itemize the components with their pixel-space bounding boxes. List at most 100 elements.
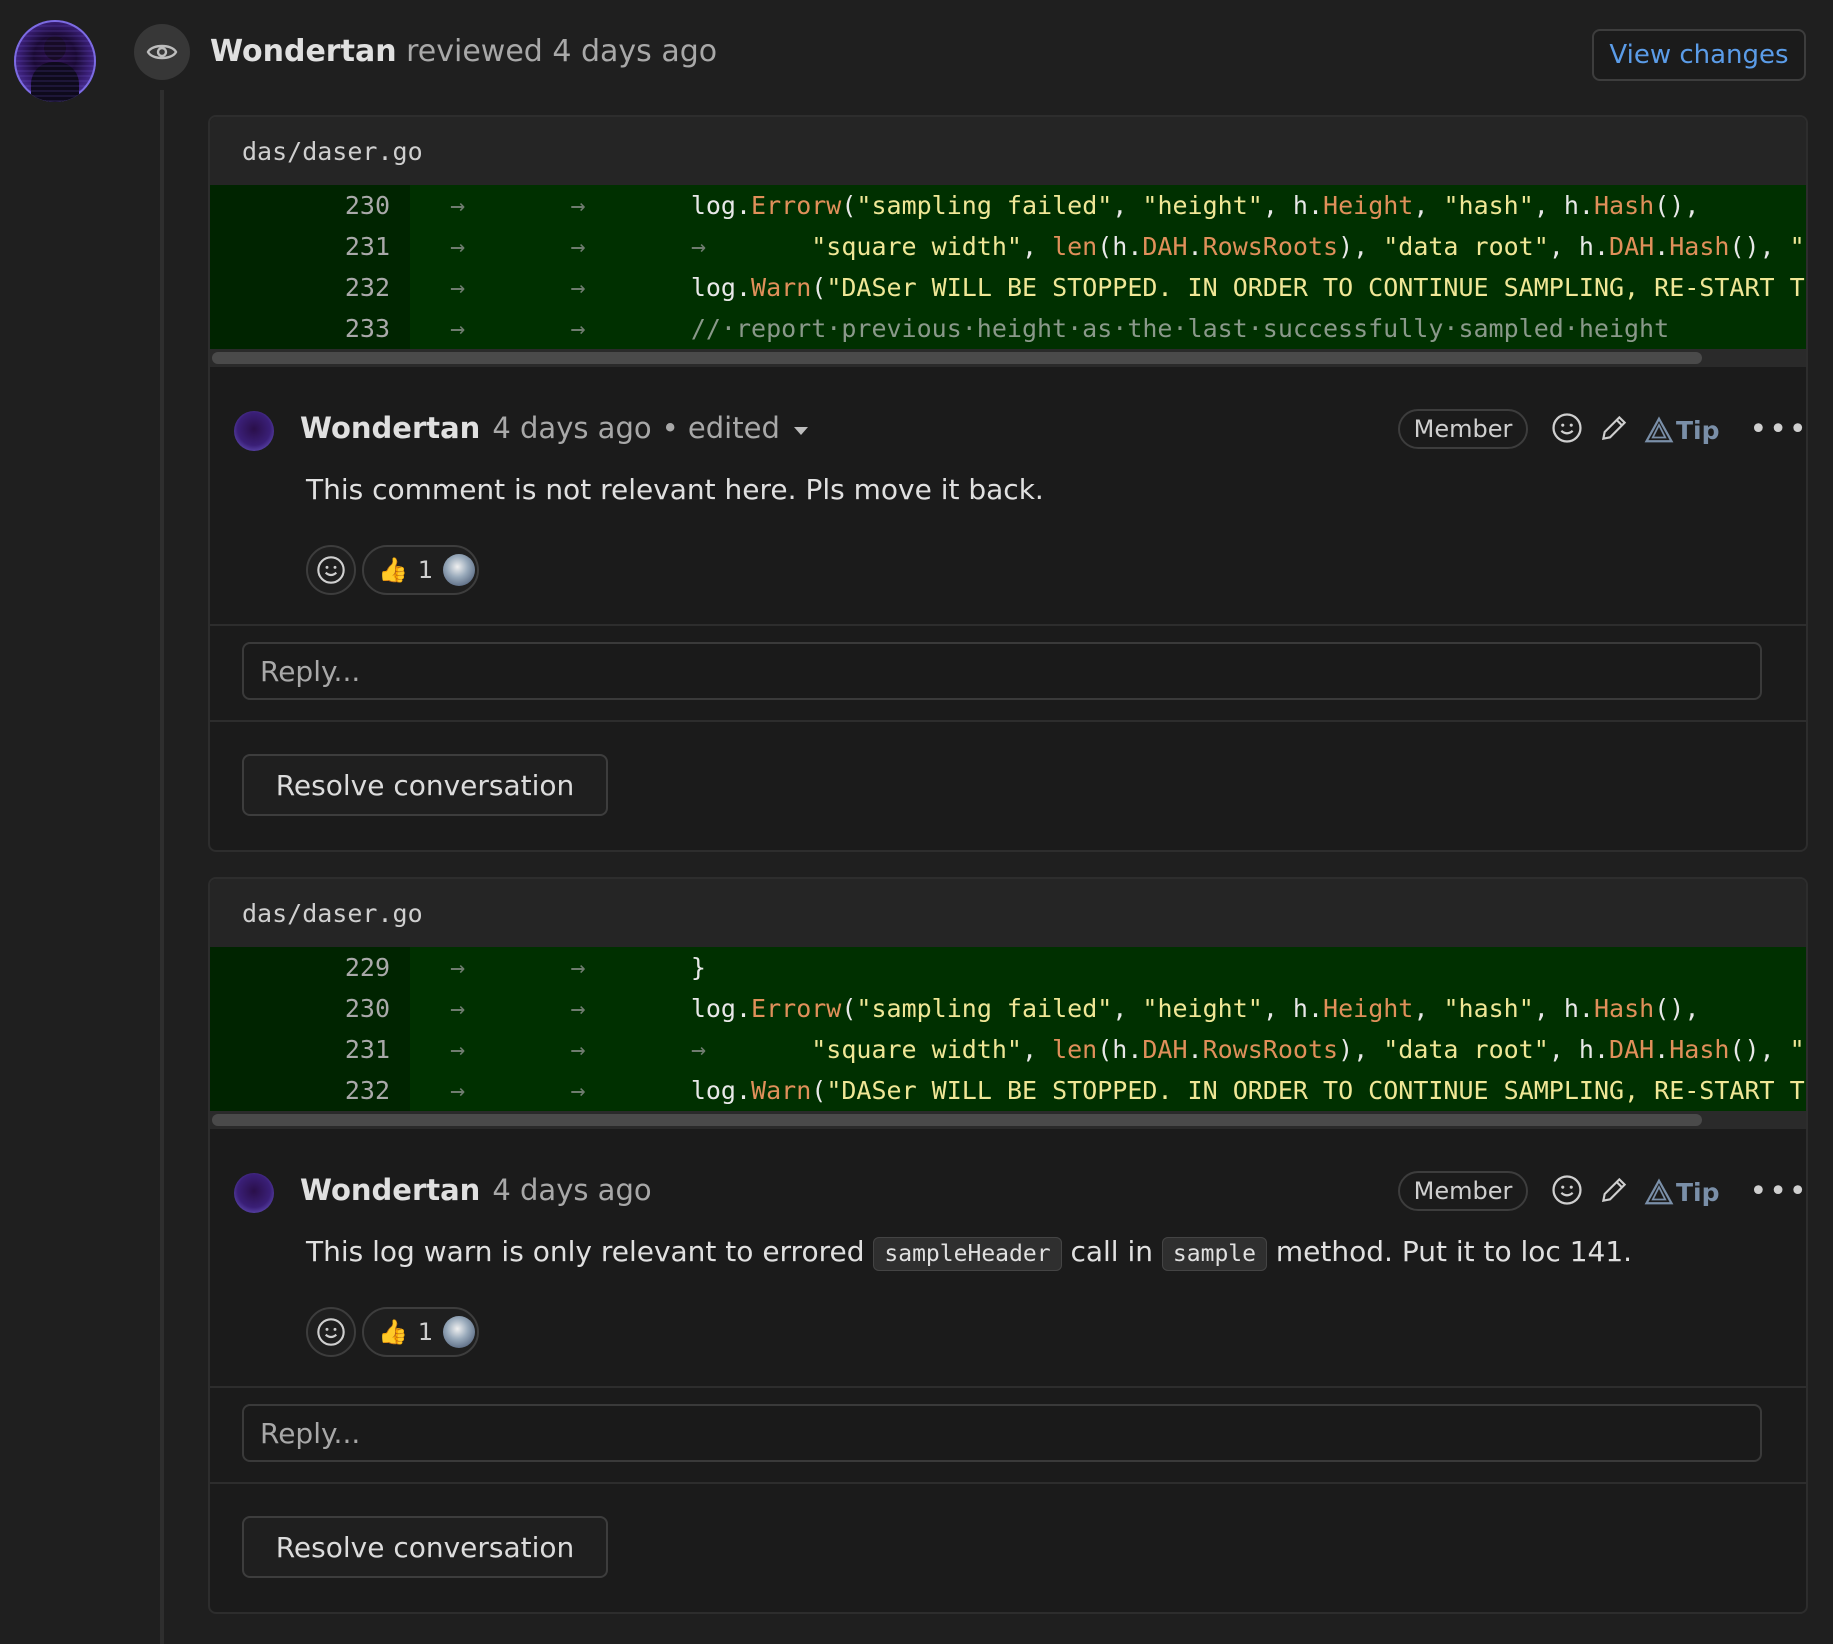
line-number[interactable]: 230 [210, 185, 410, 226]
smiley-icon[interactable] [1550, 411, 1584, 449]
line-number[interactable]: 231 [210, 226, 410, 267]
review-timeline: Wondertan reviewed 4 days ago View chang… [0, 0, 1833, 1644]
pencil-icon[interactable] [1598, 1174, 1630, 1210]
code-token: "DASer WILL BE STOPPED. IN ORDER TO CONT… [826, 273, 1806, 302]
code-token: Hash [1594, 994, 1655, 1023]
line-number[interactable]: 232 [210, 267, 410, 308]
resolve-area: Resolve conversation [210, 722, 1806, 850]
add-reaction-button[interactable] [306, 545, 356, 595]
chevron-down-icon[interactable] [793, 427, 808, 435]
thumbs-up-reaction[interactable]: 👍 1 [362, 1307, 480, 1357]
tip-button[interactable]: Tip [1644, 1178, 1720, 1207]
code-token: ( [841, 994, 857, 1023]
inline-code: sampleHeader [873, 1237, 1062, 1271]
code-text: → → → "square width", len(h.DAH.RowsRoot… [410, 232, 1806, 261]
code-token: (h. [1097, 1035, 1143, 1064]
comment-author[interactable]: Wondertan [300, 411, 480, 445]
line-number[interactable]: 231 [210, 1029, 410, 1070]
avatar[interactable] [234, 1173, 274, 1213]
resolve-conversation-button[interactable]: Resolve conversation [242, 754, 608, 816]
code-token: "square width" [811, 1035, 1022, 1064]
code-token: log. [690, 191, 752, 220]
warning-triangle-icon [1644, 416, 1674, 443]
comment-text: method. Put it to loc 141. [1267, 1235, 1633, 1268]
code-token: . [1187, 232, 1203, 261]
line-number[interactable]: 229 [210, 947, 410, 988]
scrollbar-thumb[interactable] [212, 352, 1702, 364]
comment-author[interactable]: Wondertan [300, 1173, 480, 1207]
horizontal-scrollbar[interactable] [210, 349, 1806, 367]
avatar [443, 554, 476, 586]
code-token: //·report·previous·height·as·the·last·su… [690, 314, 1670, 343]
code-token: len [1052, 232, 1098, 261]
code-token: , h. [1262, 994, 1324, 1023]
code-line: 232 → → log.Warn("DASer WILL BE STOPPED.… [210, 267, 1806, 308]
code-line: 232 → → log.Warn("DASer WILL BE STOPPED.… [210, 1070, 1806, 1111]
scrollbar-thumb[interactable] [212, 1114, 1702, 1126]
code-token: , h. [1262, 191, 1324, 220]
smiley-icon [317, 556, 345, 584]
file-path[interactable]: das/daser.go [210, 117, 1806, 185]
code-token: "hash" [1443, 191, 1534, 220]
code-token: → → → [450, 232, 812, 261]
horizontal-scrollbar[interactable] [210, 1111, 1806, 1129]
reply-input[interactable] [242, 1404, 1762, 1462]
code-token: ( [811, 273, 827, 302]
reaction-count: 1 [417, 1318, 434, 1346]
resolve-conversation-button[interactable]: Resolve conversation [242, 1516, 608, 1578]
add-reaction-button[interactable] [306, 1307, 356, 1357]
code-token: , h. [1548, 232, 1610, 261]
thumbs-up-reaction[interactable]: 👍 1 [362, 545, 480, 595]
code-text: → → //·report·previous·height·as·the·las… [410, 314, 1669, 343]
comment-time[interactable]: 4 days ago [492, 411, 651, 445]
code-token: , h. [1533, 191, 1594, 220]
line-number[interactable]: 232 [210, 1070, 410, 1111]
reaction-count: 1 [417, 556, 434, 584]
tip-button[interactable]: Tip [1644, 416, 1720, 445]
code-token: Hash [1669, 1035, 1730, 1064]
code-token: log. [690, 1076, 752, 1105]
line-number[interactable]: 230 [210, 988, 410, 1029]
code-token: → → [450, 994, 691, 1023]
review-thread: das/daser.go 229 → → } 230 → → log. Error… [208, 877, 1808, 1614]
diff-code: 229 → → } 230 → → log.Errorw("sampling f… [210, 947, 1806, 1111]
more-icon[interactable]: ••• [1750, 415, 1806, 445]
code-token: . [1654, 1035, 1670, 1064]
comment-actions: Tip ••• [1550, 1173, 1806, 1211]
avatar[interactable] [234, 411, 274, 451]
edited-label[interactable]: • edited [662, 411, 780, 445]
code-token: Hash [1594, 191, 1655, 220]
review-comment: Wondertan 4 days ago Member Tip ••• This… [210, 1129, 1806, 1386]
warning-triangle-icon [1644, 1178, 1674, 1205]
smiley-icon[interactable] [1550, 1173, 1584, 1211]
code-line: 231 → → → "square width", len(h.DAH.Rows… [210, 226, 1806, 267]
code-token: "sampling failed" [856, 191, 1113, 220]
more-icon[interactable]: ••• [1750, 1177, 1806, 1207]
code-token: (), [1654, 191, 1700, 220]
comment-time[interactable]: 4 days ago [492, 1173, 651, 1207]
line-number[interactable]: 233 [210, 308, 410, 349]
avatar[interactable] [14, 20, 96, 102]
code-token: , h. [1548, 1035, 1610, 1064]
code-token: → → [450, 273, 691, 302]
code-line: 229 → → } [210, 947, 1806, 988]
smiley-icon [317, 1318, 345, 1346]
code-token: ( [811, 1076, 827, 1105]
code-line: 230 → → log.Errorw("sampling failed", "h… [210, 185, 1806, 226]
code-token: . [1654, 232, 1670, 261]
code-token: → → [450, 1076, 691, 1105]
view-changes-button[interactable]: View changes [1592, 29, 1806, 81]
reply-input[interactable] [242, 642, 1762, 700]
file-path[interactable]: das/daser.go [210, 879, 1806, 947]
code-token: Errorw [751, 994, 842, 1023]
code-token: . [1187, 1035, 1203, 1064]
code-token: Warn [751, 1076, 812, 1105]
code-token: , [1021, 1035, 1053, 1064]
code-token: "hash" [1443, 994, 1534, 1023]
code-token: (), [1654, 994, 1700, 1023]
pencil-icon[interactable] [1598, 412, 1630, 448]
review-author[interactable]: Wondertan [210, 34, 397, 69]
comment-body: This log warn is only relevant to errore… [306, 1235, 1633, 1271]
review-time[interactable]: 4 days ago [552, 34, 717, 69]
comment-text: This log warn is only relevant to errore… [306, 1235, 874, 1268]
